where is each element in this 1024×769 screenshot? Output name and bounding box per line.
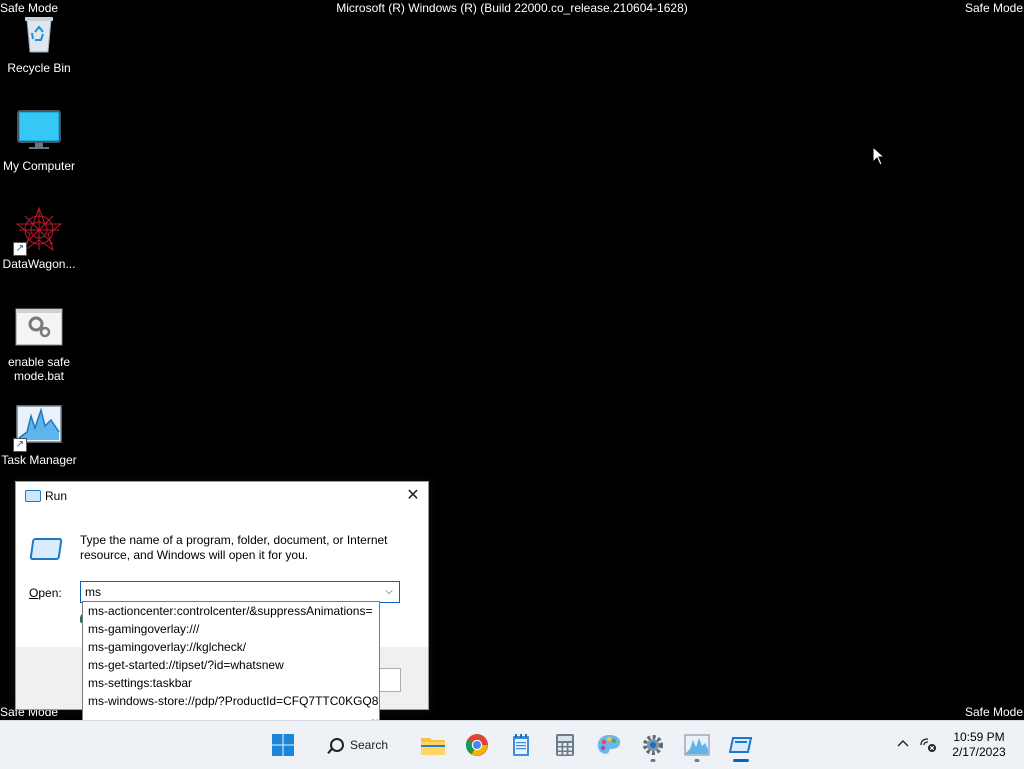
autocomplete-item[interactable]: ms-gamingoverlay://kglcheck/ (83, 638, 379, 656)
chevron-up-icon (897, 740, 909, 747)
taskbar-task-manager[interactable] (678, 727, 716, 763)
calculator-icon (556, 734, 574, 756)
autocomplete-item[interactable]: ms-settings:taskbar (83, 674, 379, 692)
paint-palette-icon (597, 735, 621, 754)
chrome-icon (466, 734, 488, 756)
network-status-button[interactable] (920, 737, 938, 753)
taskbar-run[interactable] (722, 727, 760, 763)
desktop-icon-label: My Computer (2, 159, 76, 173)
datawagon-icon: ↗ (13, 206, 63, 256)
close-button[interactable]: ✕ (398, 482, 428, 510)
taskbar-paint[interactable] (590, 727, 628, 763)
notepad-icon (513, 734, 529, 756)
clock-date: 2/17/2023 (952, 745, 1006, 759)
run-dialog-title: Run (45, 489, 68, 503)
network-disconnected-icon (920, 738, 936, 752)
batch-file-gear-icon (15, 304, 63, 352)
start-button[interactable] (264, 727, 302, 763)
shortcut-arrow-icon: ↗ (13, 438, 27, 452)
taskbar-chrome[interactable] (458, 727, 496, 763)
open-label-rest: pen: (38, 586, 62, 600)
taskbar-notepad[interactable] (502, 727, 540, 763)
search-label: Search (349, 738, 389, 752)
taskbar: Search 10:59 PM 2/17/2023 (0, 720, 1024, 769)
run-icon (729, 737, 753, 753)
autocomplete-item[interactable]: ms-actioncenter:controlcenter/&suppressA… (83, 602, 379, 620)
folder-icon (421, 738, 445, 755)
build-info-title: Microsoft (R) Windows (R) (Build 22000.c… (336, 1, 688, 15)
desktop-icon-recycle-bin[interactable]: Recycle Bin (0, 10, 79, 75)
search-button[interactable]: Search (318, 728, 400, 762)
browse-button[interactable] (380, 668, 401, 692)
task-manager-icon (684, 734, 710, 756)
desktop-icon-label: enable safe mode.bat (7, 355, 71, 383)
taskbar-file-explorer[interactable] (414, 727, 452, 763)
run-icon (25, 490, 41, 502)
autocomplete-item[interactable]: ms-windows-store://pdp/?ProductId=CFQ7TT… (83, 692, 379, 710)
search-icon (329, 738, 344, 752)
taskbar-calculator[interactable] (546, 727, 584, 763)
shortcut-arrow-icon: ↗ (13, 242, 27, 256)
running-indicator (694, 759, 700, 762)
taskbar-settings[interactable] (634, 727, 672, 763)
windows-start-icon (272, 734, 294, 756)
running-indicator (650, 759, 656, 762)
safe-mode-label-top-right: Safe Mode (964, 1, 1023, 15)
desktop-icon-label: Recycle Bin (7, 61, 71, 75)
computer-monitor-icon (15, 108, 63, 156)
safe-mode-label-bottom-right: Safe Mode (964, 705, 1023, 719)
desktop-icon-task-manager[interactable]: ↗ Task Manager (0, 402, 79, 467)
open-input[interactable] (85, 584, 375, 600)
show-hidden-icons-button[interactable] (896, 737, 910, 751)
autocomplete-list: ms-actioncenter:controlcenter/&suppressA… (82, 601, 380, 729)
run-dialog-titlebar[interactable]: Run ✕ (16, 482, 428, 510)
desktop-icon-my-computer[interactable]: My Computer (0, 108, 79, 173)
autocomplete-item[interactable]: ms-gamingoverlay:/// (83, 620, 379, 638)
open-combobox[interactable]: ⌵ (80, 581, 400, 603)
autocomplete-item[interactable]: ms-get-started://tipset/?id=whatsnew (83, 656, 379, 674)
open-label: Open: (29, 586, 62, 600)
desktop-icon-datawagon[interactable]: ↗ DataWagon... (0, 206, 79, 271)
active-indicator (733, 759, 749, 762)
task-manager-icon: ↗ (13, 402, 63, 452)
gear-icon (643, 735, 663, 755)
taskbar-clock[interactable]: 10:59 PM 2/17/2023 (946, 730, 1012, 760)
clock-time: 10:59 PM (953, 730, 1005, 744)
run-description: Type the name of a program, folder, docu… (80, 533, 388, 562)
desktop-icon-label: DataWagon... (2, 257, 76, 271)
close-icon: ✕ (406, 487, 420, 504)
run-icon (29, 538, 63, 560)
open-label-accelerator: O (29, 586, 39, 600)
chevron-down-icon[interactable]: ⌵ (382, 584, 396, 600)
recycle-bin-icon (15, 10, 63, 58)
desktop-icon-label: Task Manager (1, 453, 77, 467)
desktop-icon-enable-safe-mode[interactable]: enable safe mode.bat (0, 304, 79, 383)
